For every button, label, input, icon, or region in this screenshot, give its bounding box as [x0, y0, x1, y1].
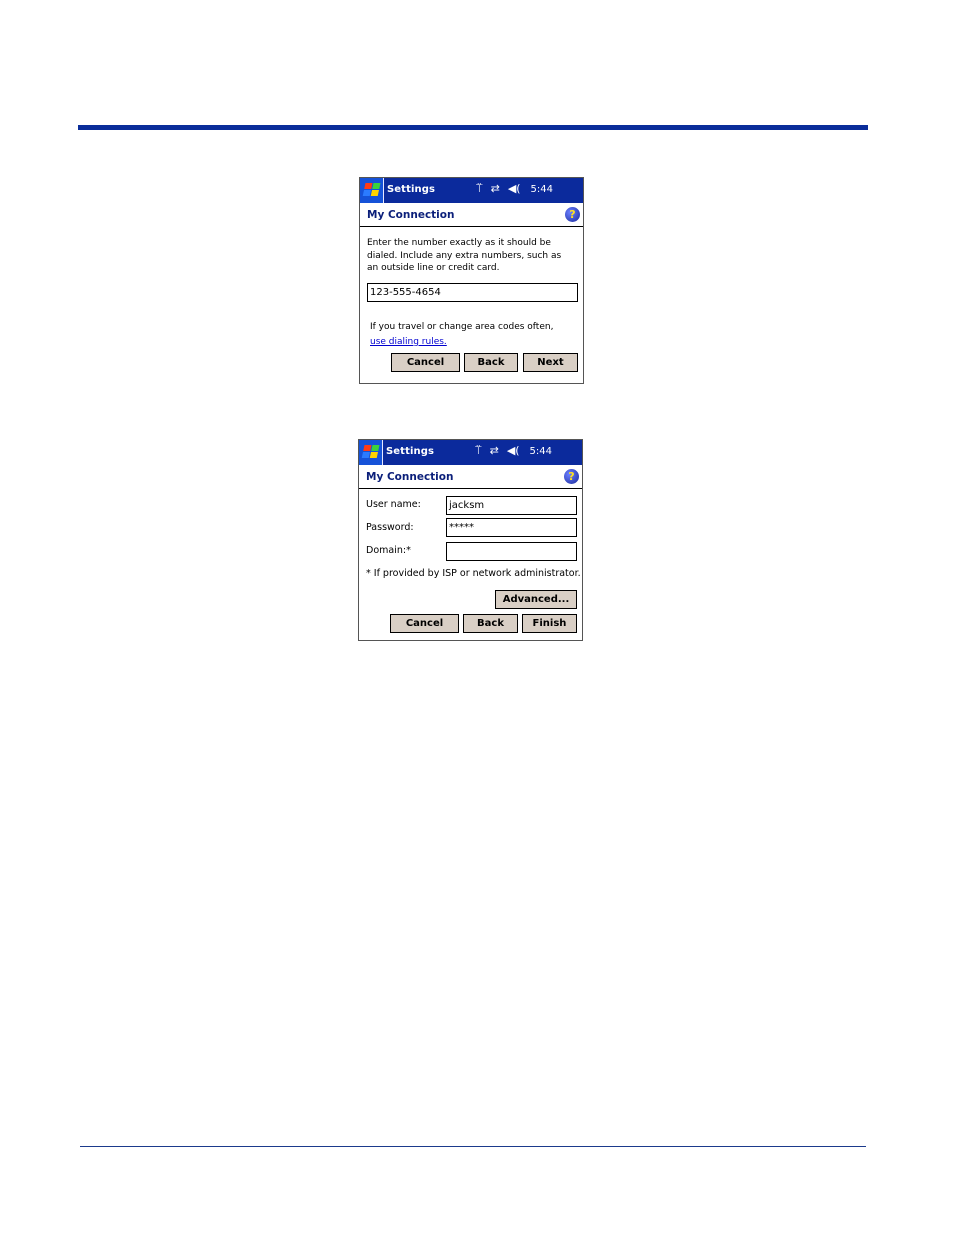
clock[interactable]: 5:44: [531, 184, 553, 195]
speaker-icon[interactable]: ◀(: [508, 182, 521, 196]
instructions-line: dialed. Include any extra numbers, such …: [367, 250, 562, 261]
instructions-line: an outside line or credit card.: [367, 263, 500, 273]
header-rule: [78, 125, 868, 130]
connectivity-arrows-icon[interactable]: ⇄: [490, 444, 499, 458]
connectivity-arrows-icon[interactable]: ⇄: [491, 182, 500, 196]
back-button[interactable]: Back: [464, 353, 518, 372]
username-input[interactable]: jacksm: [446, 496, 577, 515]
dialing-screen: Settings ⍡ ⇄ ◀( 5:44 My Connection ? Ent…: [359, 177, 584, 384]
password-label: Password:: [366, 522, 414, 533]
clock[interactable]: 5:44: [530, 446, 552, 457]
instructions-line: Enter the number exactly as it should be: [367, 238, 551, 248]
app-title: Settings: [387, 184, 436, 195]
cancel-button[interactable]: Cancel: [390, 614, 459, 633]
domain-label: Domain:*: [366, 545, 411, 556]
title-bar: Settings ⍡ ⇄ ◀( 5:44: [360, 178, 583, 203]
signal-antenna-icon[interactable]: ⍡: [475, 444, 482, 458]
windows-flag-icon: [362, 183, 382, 197]
signal-antenna-icon[interactable]: ⍡: [476, 182, 483, 196]
domain-input[interactable]: [446, 542, 577, 561]
finish-button[interactable]: Finish: [522, 614, 577, 633]
title-bar: Settings ⍡ ⇄ ◀( 5:44: [359, 440, 582, 465]
subheader: My Connection ?: [359, 465, 582, 489]
phone-number-input[interactable]: 123-555-4654: [367, 283, 578, 302]
app-title: Settings: [386, 446, 435, 457]
password-input[interactable]: *****: [446, 518, 577, 537]
speaker-icon[interactable]: ◀(: [507, 444, 520, 458]
help-icon[interactable]: ?: [564, 469, 579, 484]
page-title: My Connection: [366, 471, 454, 483]
cancel-button[interactable]: Cancel: [391, 353, 460, 372]
credentials-screen: Settings ⍡ ⇄ ◀( 5:44 My Connection ? Use…: [358, 439, 583, 641]
page-title: My Connection: [367, 209, 455, 221]
advanced-button[interactable]: Advanced...: [495, 590, 577, 609]
footer-rule: [80, 1146, 866, 1147]
windows-flag-icon: [361, 445, 381, 459]
start-button[interactable]: [360, 178, 384, 203]
footnote: * If provided by ISP or network administ…: [366, 568, 581, 579]
back-button[interactable]: Back: [463, 614, 518, 633]
dialing-rules-link[interactable]: use dialing rules.: [370, 336, 447, 349]
start-button[interactable]: [359, 440, 383, 465]
next-button[interactable]: Next: [523, 353, 578, 372]
username-label: User name:: [366, 499, 421, 510]
help-icon[interactable]: ?: [565, 207, 580, 222]
instructions-text: Enter the number exactly as it should be…: [367, 237, 561, 275]
subheader: My Connection ?: [360, 203, 583, 227]
travel-hint: If you travel or change area codes often…: [370, 322, 554, 332]
